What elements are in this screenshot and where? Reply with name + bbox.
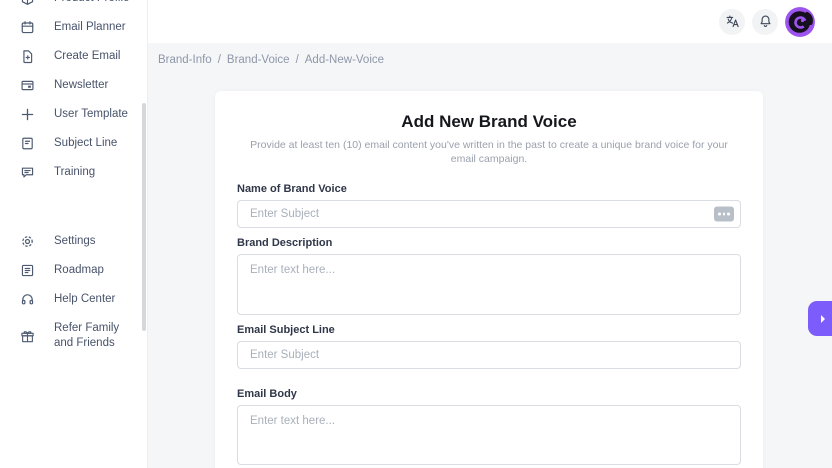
gift-icon xyxy=(20,329,35,344)
sidebar-item-settings[interactable]: Settings xyxy=(0,227,147,256)
sidebar-item-newsletter[interactable]: Newsletter xyxy=(0,71,147,100)
calendar-icon xyxy=(20,20,35,35)
field-label-brand-description: Brand Description xyxy=(237,236,741,250)
sidebar-item-email-planner[interactable]: Email Planner xyxy=(0,13,147,42)
plus-icon xyxy=(20,107,35,122)
email-body-textarea[interactable] xyxy=(237,405,741,465)
breadcrumb-brand-info[interactable]: Brand-Info xyxy=(158,54,212,66)
brand-logo-icon xyxy=(785,7,815,37)
sidebar-item-subject-line[interactable]: Subject Line xyxy=(0,129,147,158)
field-label-email-body: Email Body xyxy=(237,387,741,401)
sidebar: Product Profile Email Planner Create Ema… xyxy=(0,0,148,468)
breadcrumb: Brand-Info / Brand-Voice / Add-New-Voice xyxy=(158,54,384,66)
panel-toggle-button[interactable] xyxy=(808,301,832,336)
sidebar-scrollbar-thumb[interactable] xyxy=(142,103,146,331)
translate-icon xyxy=(725,14,740,29)
sidebar-item-user-template[interactable]: User Template xyxy=(0,100,147,129)
page-title: Add New Brand Voice xyxy=(237,112,741,132)
brand-voice-name-field xyxy=(237,200,741,228)
field-label-email-subject-line: Email Subject Line xyxy=(237,323,741,337)
bell-icon xyxy=(758,14,773,29)
sidebar-item-create-email[interactable]: Create Email xyxy=(0,42,147,71)
app-root: Product Profile Email Planner Create Ema… xyxy=(0,0,832,468)
extension-dots-icon[interactable] xyxy=(714,207,734,222)
add-brand-voice-card: Add New Brand Voice Provide at least ten… xyxy=(215,91,763,468)
chat-bubble-icon xyxy=(20,165,35,180)
sidebar-item-roadmap[interactable]: Roadmap xyxy=(0,256,147,285)
sidebar-nav: Product Profile Email Planner Create Ema… xyxy=(0,0,147,358)
main-content: Brand-Info / Brand-Voice / Add-New-Voice… xyxy=(147,43,832,468)
breadcrumb-add-new-voice[interactable]: Add-New-Voice xyxy=(305,54,384,66)
header xyxy=(147,0,832,43)
breadcrumb-separator: / xyxy=(218,54,221,66)
email-subject-line-input[interactable] xyxy=(237,341,741,369)
chevron-right-icon xyxy=(821,315,825,323)
gear-icon xyxy=(20,234,35,249)
sidebar-item-product-profile[interactable]: Product Profile xyxy=(0,0,147,13)
file-plus-icon xyxy=(20,49,35,64)
cube-icon xyxy=(20,0,35,6)
brand-description-textarea[interactable] xyxy=(237,254,741,315)
sidebar-section-gap xyxy=(0,187,147,227)
language-button[interactable] xyxy=(719,9,745,35)
sidebar-item-help-center[interactable]: Help Center xyxy=(0,285,147,314)
newsletter-card-icon xyxy=(20,78,35,93)
clipboard-lines-icon xyxy=(20,136,35,151)
sidebar-item-training[interactable]: Training xyxy=(0,158,147,187)
document-square-icon xyxy=(20,263,35,278)
notifications-button[interactable] xyxy=(752,9,778,35)
user-avatar[interactable] xyxy=(785,7,815,37)
page-subtitle: Provide at least ten (10) email content … xyxy=(239,138,739,166)
brand-voice-name-input[interactable] xyxy=(237,200,741,228)
breadcrumb-brand-voice[interactable]: Brand-Voice xyxy=(227,54,290,66)
breadcrumb-separator: / xyxy=(296,54,299,66)
sidebar-item-refer-family-and-friends[interactable]: Refer Family and Friends xyxy=(0,314,147,358)
headset-icon xyxy=(20,292,35,307)
field-label-name-of-brand-voice: Name of Brand Voice xyxy=(237,182,741,196)
